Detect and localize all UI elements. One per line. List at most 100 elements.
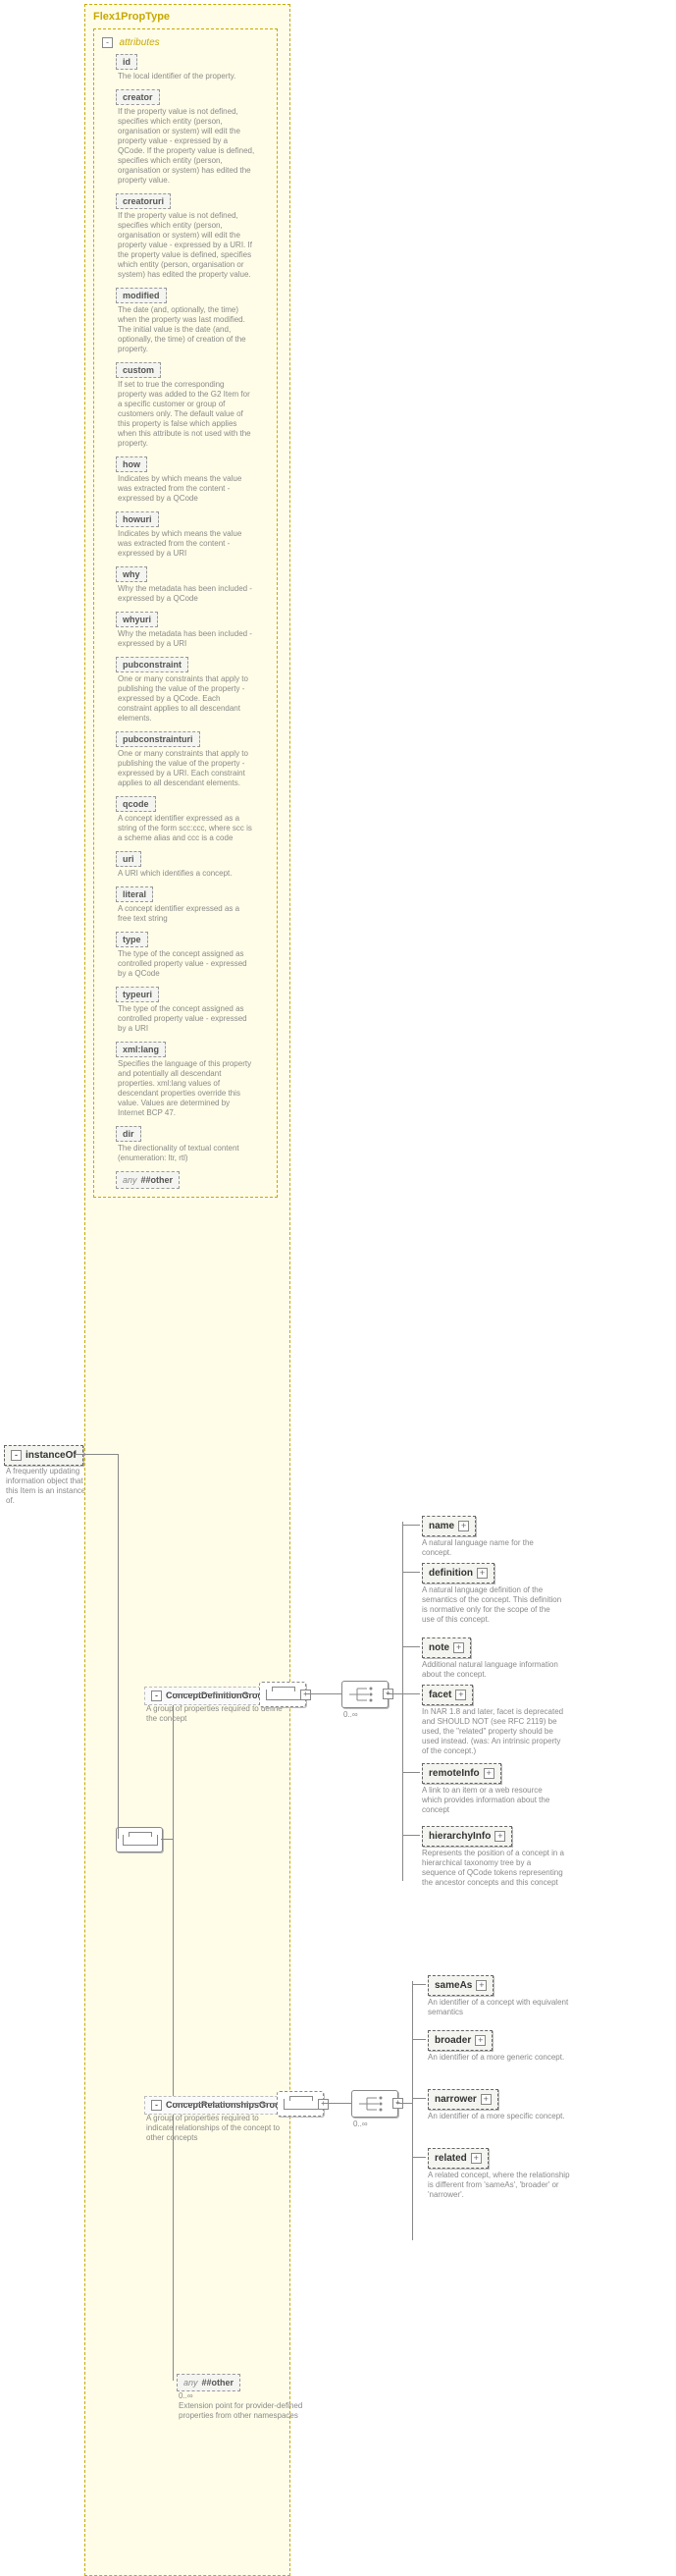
connector: [173, 2103, 277, 2104]
connector: [412, 1981, 413, 2240]
connector: [161, 1839, 173, 1840]
element-desc: Additional natural language information …: [422, 1660, 564, 1680]
attribute-desc: One or many constraints that apply to pu…: [118, 674, 255, 724]
cardinality: 0..∞: [353, 2120, 368, 2128]
expand-icon[interactable]: +: [300, 1690, 311, 1700]
choice-icon: +: [341, 1681, 389, 1708]
element-desc: An identifier of a more specific concept…: [428, 2112, 565, 2121]
element-definition[interactable]: definition+: [422, 1563, 494, 1583]
attribute-desc: Why the metadata has been included - exp…: [118, 629, 255, 649]
attribute-desc: A URI which identifies a concept.: [118, 869, 255, 879]
attribute-custom[interactable]: custom: [116, 362, 161, 378]
attribute-typeuri[interactable]: typeuri: [116, 987, 159, 1002]
any-attribute: any##other: [116, 1171, 180, 1189]
expand-icon[interactable]: +: [458, 1521, 469, 1531]
element-sameAs[interactable]: sameAs+: [428, 1975, 494, 1996]
type-box: Flex1PropType - attributes id The local i…: [84, 4, 290, 2576]
attribute-desc: One or many constraints that apply to pu…: [118, 749, 255, 788]
type-name: Flex1PropType: [93, 11, 282, 23]
attribute-creator[interactable]: creator: [116, 89, 160, 105]
element-name[interactable]: name+: [422, 1516, 476, 1536]
expand-icon[interactable]: +: [476, 1980, 487, 1991]
collapse-icon[interactable]: -: [151, 1690, 162, 1701]
group-conceptrelationships[interactable]: -ConceptRelationshipsGroup: [144, 2096, 292, 2115]
expand-icon[interactable]: +: [484, 1768, 494, 1779]
attribute-uri[interactable]: uri: [116, 851, 141, 867]
expand-icon[interactable]: +: [471, 2153, 482, 2164]
attribute-id[interactable]: id: [116, 54, 137, 70]
attribute-desc: The directionality of textual content (e…: [118, 1144, 255, 1163]
attribute-modified[interactable]: modified: [116, 288, 167, 303]
collapse-icon[interactable]: -: [102, 37, 113, 48]
attribute-dir[interactable]: dir: [116, 1126, 141, 1142]
attribute-desc: Indicates by which means the value was e…: [118, 529, 255, 559]
connector: [402, 1693, 420, 1694]
collapse-icon[interactable]: -: [11, 1450, 22, 1461]
connector: [118, 1454, 119, 1839]
element-desc: A link to an item or a web resource whic…: [422, 1786, 564, 1815]
element-desc: A related concept, where the relationshi…: [428, 2171, 570, 2200]
attribute-type[interactable]: type: [116, 932, 148, 947]
choice-icon: +: [351, 2090, 398, 2118]
attribute-pubconstraint[interactable]: pubconstraint: [116, 657, 188, 672]
element-desc: A natural language definition of the sem…: [422, 1585, 564, 1625]
connector: [387, 1693, 402, 1694]
element-remoteInfo[interactable]: remoteInfo+: [422, 1763, 501, 1784]
attribute-pubconstrainturi[interactable]: pubconstrainturi: [116, 731, 200, 747]
attributes-box: - attributes id The local identifier of t…: [93, 28, 278, 1198]
connector: [402, 1772, 420, 1773]
element-desc: An identifier of a concept with equivale…: [428, 1998, 570, 2017]
expand-icon[interactable]: +: [455, 1690, 466, 1700]
connector: [402, 1525, 420, 1526]
expand-icon[interactable]: +: [318, 2099, 329, 2110]
attribute-desc: Indicates by which means the value was e…: [118, 474, 255, 504]
attribute-desc: Why the metadata has been included - exp…: [118, 584, 255, 604]
attribute-creatoruri[interactable]: creatoruri: [116, 193, 171, 209]
element-broader[interactable]: broader+: [428, 2030, 493, 2051]
attribute-whyuri[interactable]: whyuri: [116, 612, 158, 627]
attribute-desc: The local identifier of the property.: [118, 72, 255, 81]
element-desc: Represents the position of a concept in …: [422, 1849, 564, 1888]
root-element[interactable]: -instanceOf: [4, 1445, 83, 1466]
root-element-desc: A frequently updating information object…: [6, 1467, 94, 1506]
connector: [322, 2103, 351, 2104]
attributes-label: attributes: [120, 37, 160, 48]
connector: [396, 2103, 412, 2104]
sequence-icon: +: [259, 1682, 306, 1707]
attribute-howuri[interactable]: howuri: [116, 511, 159, 527]
group-conceptdefinition[interactable]: -ConceptDefinitionGroup: [144, 1687, 276, 1705]
connector: [75, 1454, 118, 1455]
connector: [402, 1522, 403, 1881]
attribute-desc: A concept identifier expressed as a free…: [118, 904, 255, 924]
cardinality: 0..∞: [343, 1710, 358, 1719]
attribute-how[interactable]: how: [116, 456, 147, 472]
sequence-icon: [116, 1827, 163, 1852]
element-note[interactable]: note+: [422, 1637, 471, 1658]
attribute-literal[interactable]: literal: [116, 886, 153, 902]
connector: [304, 1693, 341, 1694]
connector: [402, 1572, 420, 1573]
expand-icon[interactable]: +: [494, 1831, 505, 1842]
attribute-desc: If the property value is not defined, sp…: [118, 211, 255, 280]
attribute-desc: If the property value is not defined, sp…: [118, 107, 255, 186]
element-hierarchyInfo[interactable]: hierarchyInfo+: [422, 1826, 512, 1847]
collapse-icon[interactable]: -: [151, 2100, 162, 2111]
expand-icon[interactable]: +: [475, 2035, 486, 2046]
element-desc: In NAR 1.8 and later, facet is deprecate…: [422, 1707, 564, 1756]
connector: [173, 1693, 174, 2381]
connector: [402, 1646, 420, 1647]
attribute-xml-lang[interactable]: xml:lang: [116, 1042, 166, 1057]
connector: [412, 2039, 426, 2040]
attribute-desc: The type of the concept assigned as cont…: [118, 1004, 255, 1034]
connector: [402, 1835, 420, 1836]
expand-icon[interactable]: +: [481, 2094, 492, 2105]
element-related[interactable]: related+: [428, 2148, 489, 2169]
element-facet[interactable]: facet+: [422, 1685, 473, 1705]
attribute-why[interactable]: why: [116, 566, 147, 582]
attribute-qcode[interactable]: qcode: [116, 796, 156, 812]
element-desc: A natural language name for the concept.: [422, 1538, 564, 1558]
element-narrower[interactable]: narrower+: [428, 2089, 498, 2110]
element-desc: An identifier of a more generic concept.: [428, 2053, 564, 2063]
expand-icon[interactable]: +: [477, 1568, 488, 1579]
expand-icon[interactable]: +: [453, 1642, 464, 1653]
